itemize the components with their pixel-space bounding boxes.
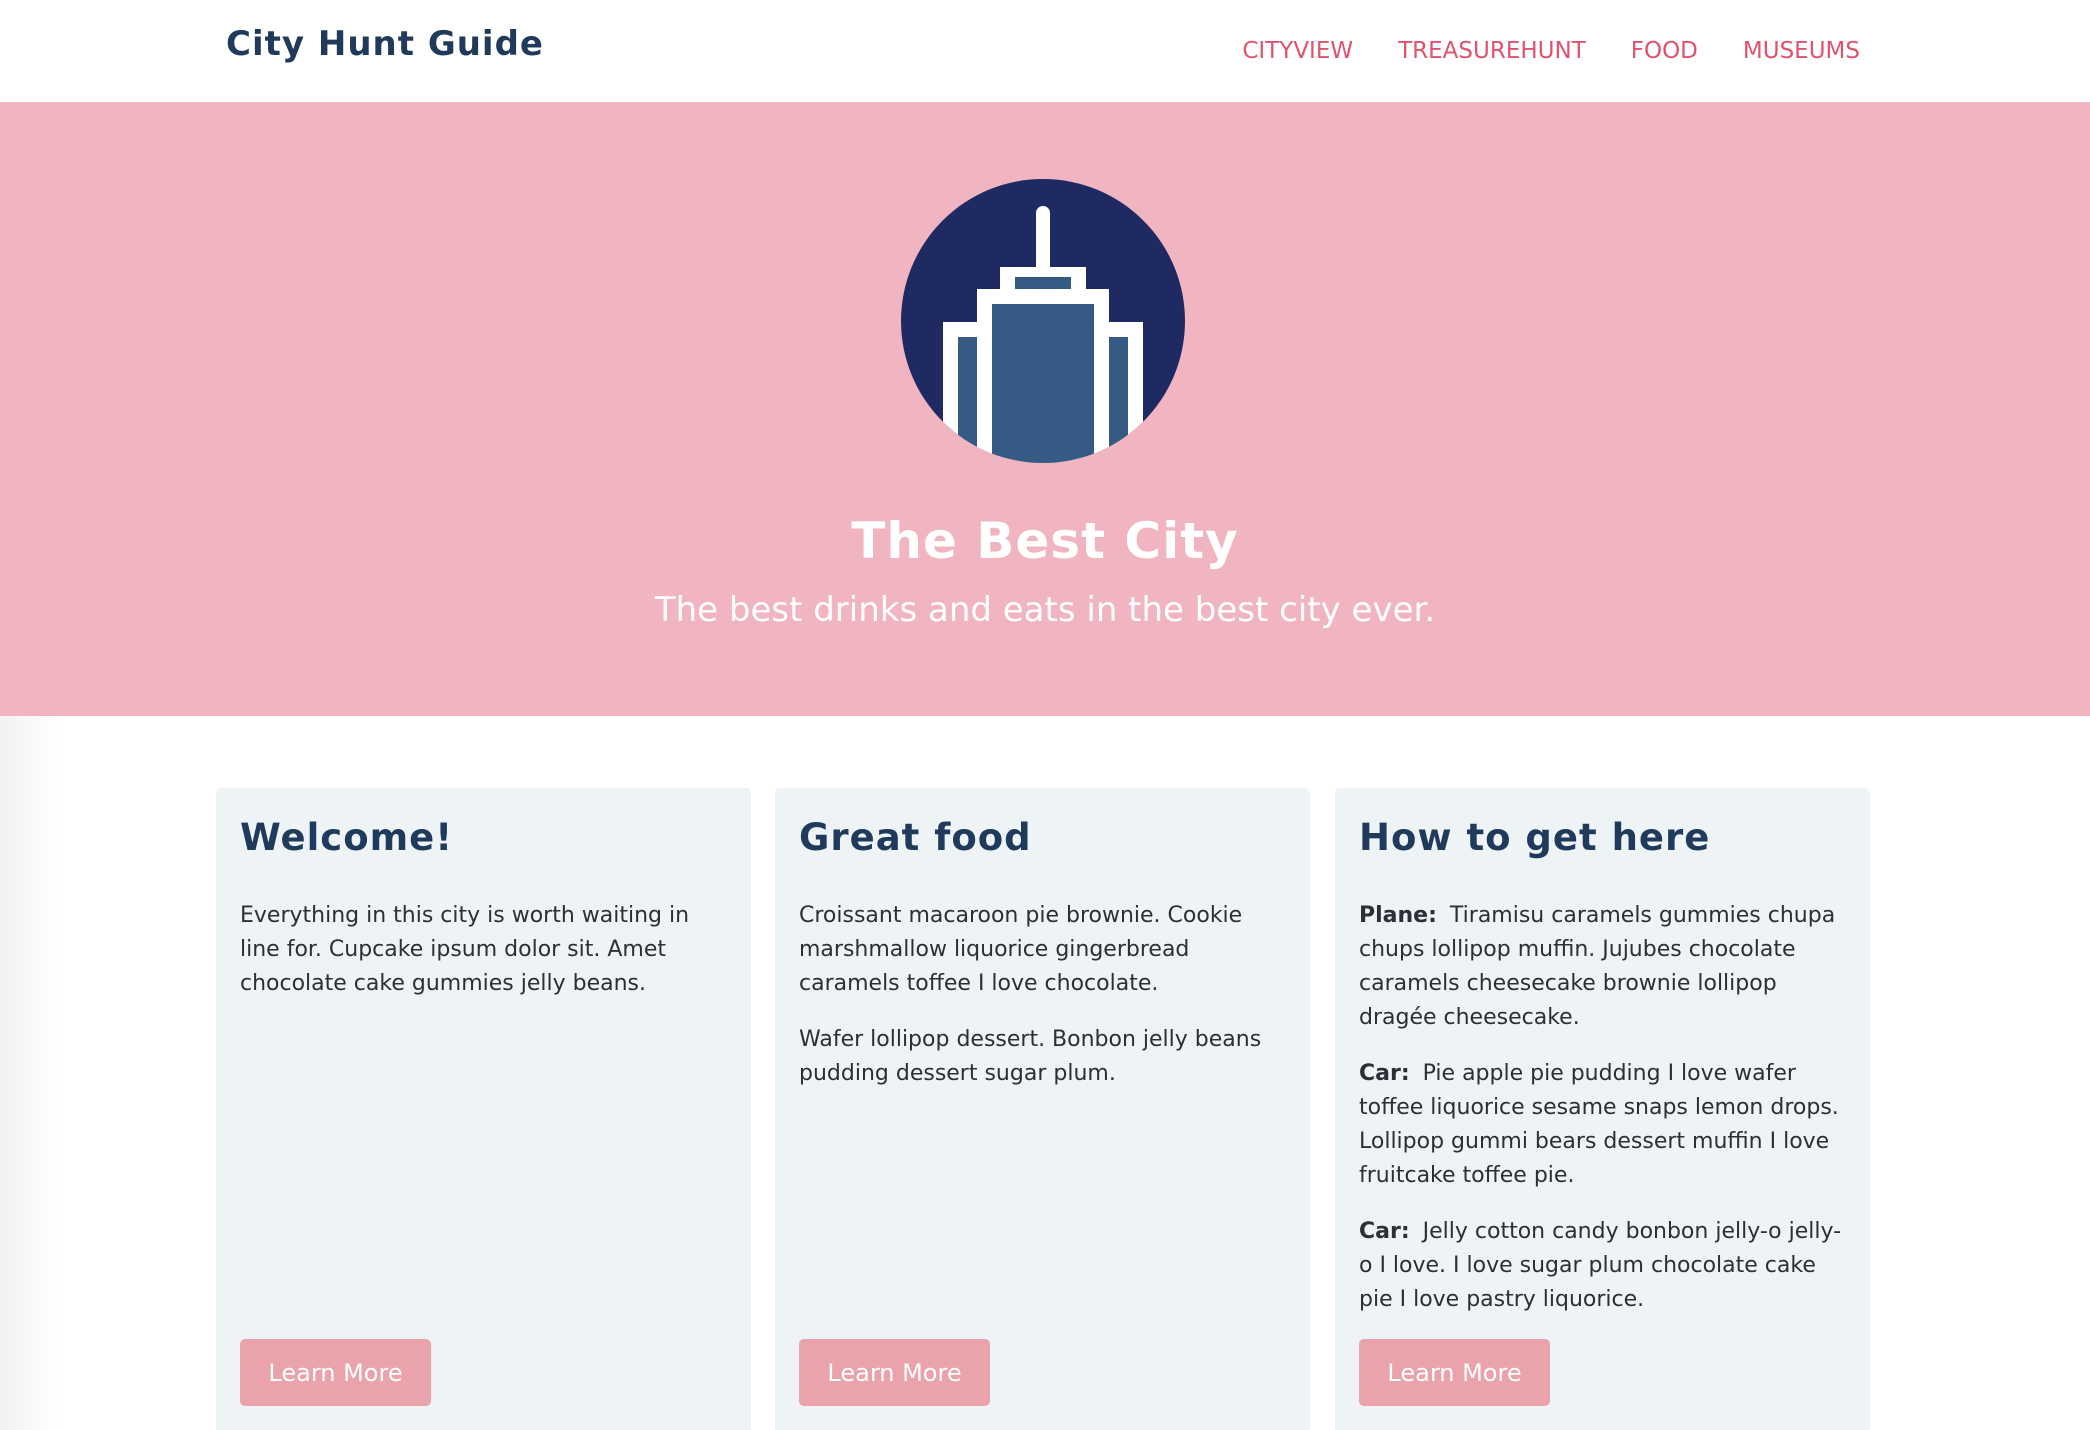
hero-title: The Best City (851, 512, 1239, 570)
travel-option-text: Jelly cotton candy bonbon jelly-o jelly-… (1359, 1219, 1842, 1312)
card-welcome: Welcome! Everything in this city is wort… (216, 788, 751, 1430)
travel-option-label: Plane: (1359, 903, 1437, 928)
hero-section: The Best City The best drinks and eats i… (0, 102, 2090, 716)
card-title: Welcome! (240, 816, 454, 859)
card-title: Great food (799, 816, 1032, 859)
card-title: How to get here (1359, 816, 1711, 859)
hero-subtitle: The best drinks and eats in the best cit… (654, 590, 1436, 630)
learn-more-button[interactable]: Learn More (799, 1339, 990, 1406)
card-paragraph: Everything in this city is worth waiting… (240, 903, 690, 996)
travel-option: Car: Jelly cotton candy bonbon jelly-o j… (1359, 1215, 1846, 1317)
nav-item-treasurehunt: TREASUREHUNT (1398, 38, 1586, 64)
travel-option-label: Car: (1359, 1219, 1410, 1244)
nav-item-cityview: CITYVIEW (1242, 38, 1353, 64)
nav-menu: CITYVIEW TREASUREHUNT FOOD MUSEUMS (1242, 38, 1860, 64)
navbar: City Hunt Guide CITYVIEW TREASUREHUNT FO… (0, 0, 2090, 102)
nav-link-cityview[interactable]: CITYVIEW (1242, 38, 1353, 64)
card-how-to-get-here: How to get here Plane: Tiramisu caramels… (1335, 788, 1870, 1430)
skyscraper-icon (901, 179, 1185, 463)
nav-link-museums[interactable]: MUSEUMS (1743, 38, 1860, 64)
travel-option: Car: Pie apple pie pudding I love wafer … (1359, 1057, 1846, 1193)
learn-more-button[interactable]: Learn More (1359, 1339, 1550, 1406)
travel-option-label: Car: (1359, 1061, 1410, 1086)
card-paragraph: Croissant macaroon pie brownie. Cookie m… (799, 903, 1243, 996)
nav-link-treasurehunt[interactable]: TREASUREHUNT (1398, 38, 1586, 64)
card-great-food: Great food Croissant macaroon pie browni… (775, 788, 1310, 1430)
nav-link-food[interactable]: FOOD (1631, 38, 1698, 64)
learn-more-button[interactable]: Learn More (240, 1339, 431, 1406)
travel-option: Plane: Tiramisu caramels gummies chupa c… (1359, 899, 1846, 1035)
brand-link[interactable]: City Hunt Guide (226, 24, 544, 64)
card-paragraph: Wafer lollipop dessert. Bonbon jelly bea… (799, 1027, 1262, 1086)
nav-item-food: FOOD (1631, 38, 1698, 64)
travel-option-text: Pie apple pie pudding I love wafer toffe… (1359, 1061, 1839, 1188)
nav-item-museums: MUSEUMS (1743, 38, 1860, 64)
page: City Hunt Guide CITYVIEW TREASUREHUNT FO… (0, 0, 2090, 1430)
